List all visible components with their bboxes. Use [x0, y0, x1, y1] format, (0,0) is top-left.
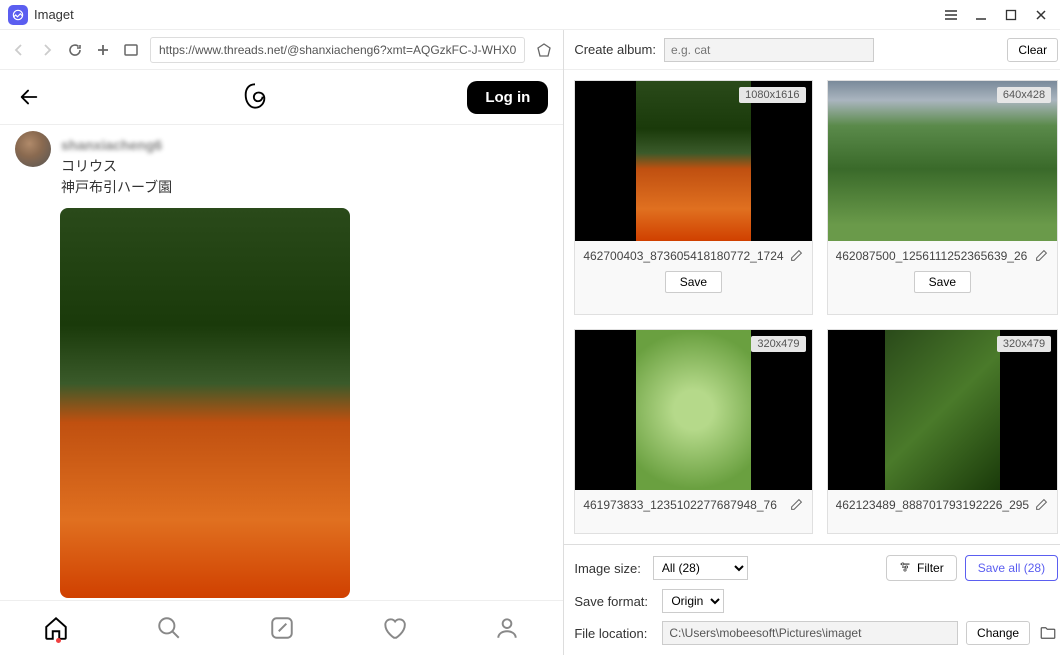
image-card: 320x479 461973833_1235102277687948_76 [574, 329, 812, 534]
search-tab-icon[interactable] [154, 613, 184, 643]
image-card: 640x428 462087500_1256111252365639_26 Save [827, 80, 1059, 315]
file-name: 462123489_888701793192226_295 [836, 498, 1030, 512]
filter-icon [899, 561, 911, 576]
album-label: Create album: [574, 42, 656, 57]
tab-icon[interactable] [122, 41, 140, 59]
album-input[interactable] [664, 38, 874, 62]
nav-forward-icon[interactable] [38, 41, 56, 59]
filter-label: Filter [917, 561, 944, 575]
clear-button[interactable]: Clear [1007, 38, 1058, 62]
edit-icon[interactable] [1035, 249, 1049, 263]
location-input[interactable] [662, 621, 958, 645]
maximize-icon[interactable] [1000, 4, 1022, 26]
tag-icon[interactable] [535, 41, 553, 59]
post-area: shanxiacheng6 コリウス 神戸布引ハーブ園 [0, 125, 563, 600]
dimensions-badge: 320x479 [997, 336, 1051, 352]
profile-tab-icon[interactable] [492, 613, 522, 643]
size-label: Image size: [574, 561, 640, 576]
change-button[interactable]: Change [966, 621, 1030, 645]
thumbnail[interactable]: 320x479 [575, 330, 811, 490]
thumbnail[interactable]: 640x428 [828, 81, 1058, 241]
app-logo [8, 5, 28, 25]
threads-logo-icon [241, 82, 269, 113]
edit-icon[interactable] [1035, 498, 1049, 512]
threads-tabbar [0, 600, 563, 655]
thumbnail-grid: 1080x1616 462700403_873605418180772_1724 S… [564, 70, 1060, 544]
address-bar[interactable]: https://www.threads.net/@shanxiacheng6?x… [150, 37, 525, 63]
open-folder-icon[interactable] [1038, 623, 1058, 643]
post-line2: 神戸布引ハーブ園 [61, 177, 172, 198]
avatar[interactable] [15, 131, 51, 167]
notification-dot [56, 638, 61, 643]
dimensions-badge: 1080x1616 [739, 87, 805, 103]
post-line1: コリウス [61, 156, 172, 177]
right-footer: Image size: All (28) Filter Save all (28… [564, 544, 1060, 655]
thumbnail[interactable]: 320x479 [828, 330, 1058, 490]
browser-navbar: https://www.threads.net/@shanxiacheng6?x… [0, 30, 563, 70]
edit-icon[interactable] [790, 249, 804, 263]
format-select[interactable]: Original [662, 589, 724, 613]
minimize-icon[interactable] [970, 4, 992, 26]
reload-icon[interactable] [66, 41, 84, 59]
format-label: Save format: [574, 594, 654, 609]
activity-tab-icon[interactable] [379, 613, 409, 643]
threads-header: Log in [0, 70, 563, 125]
post-image[interactable] [60, 208, 350, 598]
size-select[interactable]: All (28) [653, 556, 748, 580]
titlebar: Imaget [0, 0, 1060, 30]
save-button[interactable]: Save [665, 271, 722, 293]
file-name: 462700403_873605418180772_1724 [583, 249, 783, 263]
close-icon[interactable] [1030, 4, 1052, 26]
save-all-button[interactable]: Save all (28) [965, 555, 1058, 581]
threads-back-icon[interactable] [15, 83, 43, 111]
thumbnail[interactable]: 1080x1616 [575, 81, 811, 241]
add-tab-icon[interactable] [94, 41, 112, 59]
login-button[interactable]: Log in [467, 81, 548, 114]
save-button[interactable]: Save [914, 271, 971, 293]
image-card: 320x479 462123489_888701793192226_295 [827, 329, 1059, 534]
compose-tab-icon[interactable] [267, 613, 297, 643]
post-username: shanxiacheng6 [61, 135, 172, 156]
album-bar: Create album: Clear [564, 30, 1060, 70]
location-label: File location: [574, 626, 654, 641]
filter-button[interactable]: Filter [886, 555, 957, 581]
edit-icon[interactable] [790, 498, 804, 512]
file-name: 461973833_1235102277687948_76 [583, 498, 783, 512]
dimensions-badge: 640x428 [997, 87, 1051, 103]
file-name: 462087500_1256111252365639_26 [836, 249, 1030, 263]
image-card: 1080x1616 462700403_873605418180772_1724 S… [574, 80, 812, 315]
dimensions-badge: 320x479 [751, 336, 805, 352]
app-name: Imaget [34, 7, 74, 22]
nav-back-icon[interactable] [10, 41, 28, 59]
hamburger-icon[interactable] [940, 4, 962, 26]
